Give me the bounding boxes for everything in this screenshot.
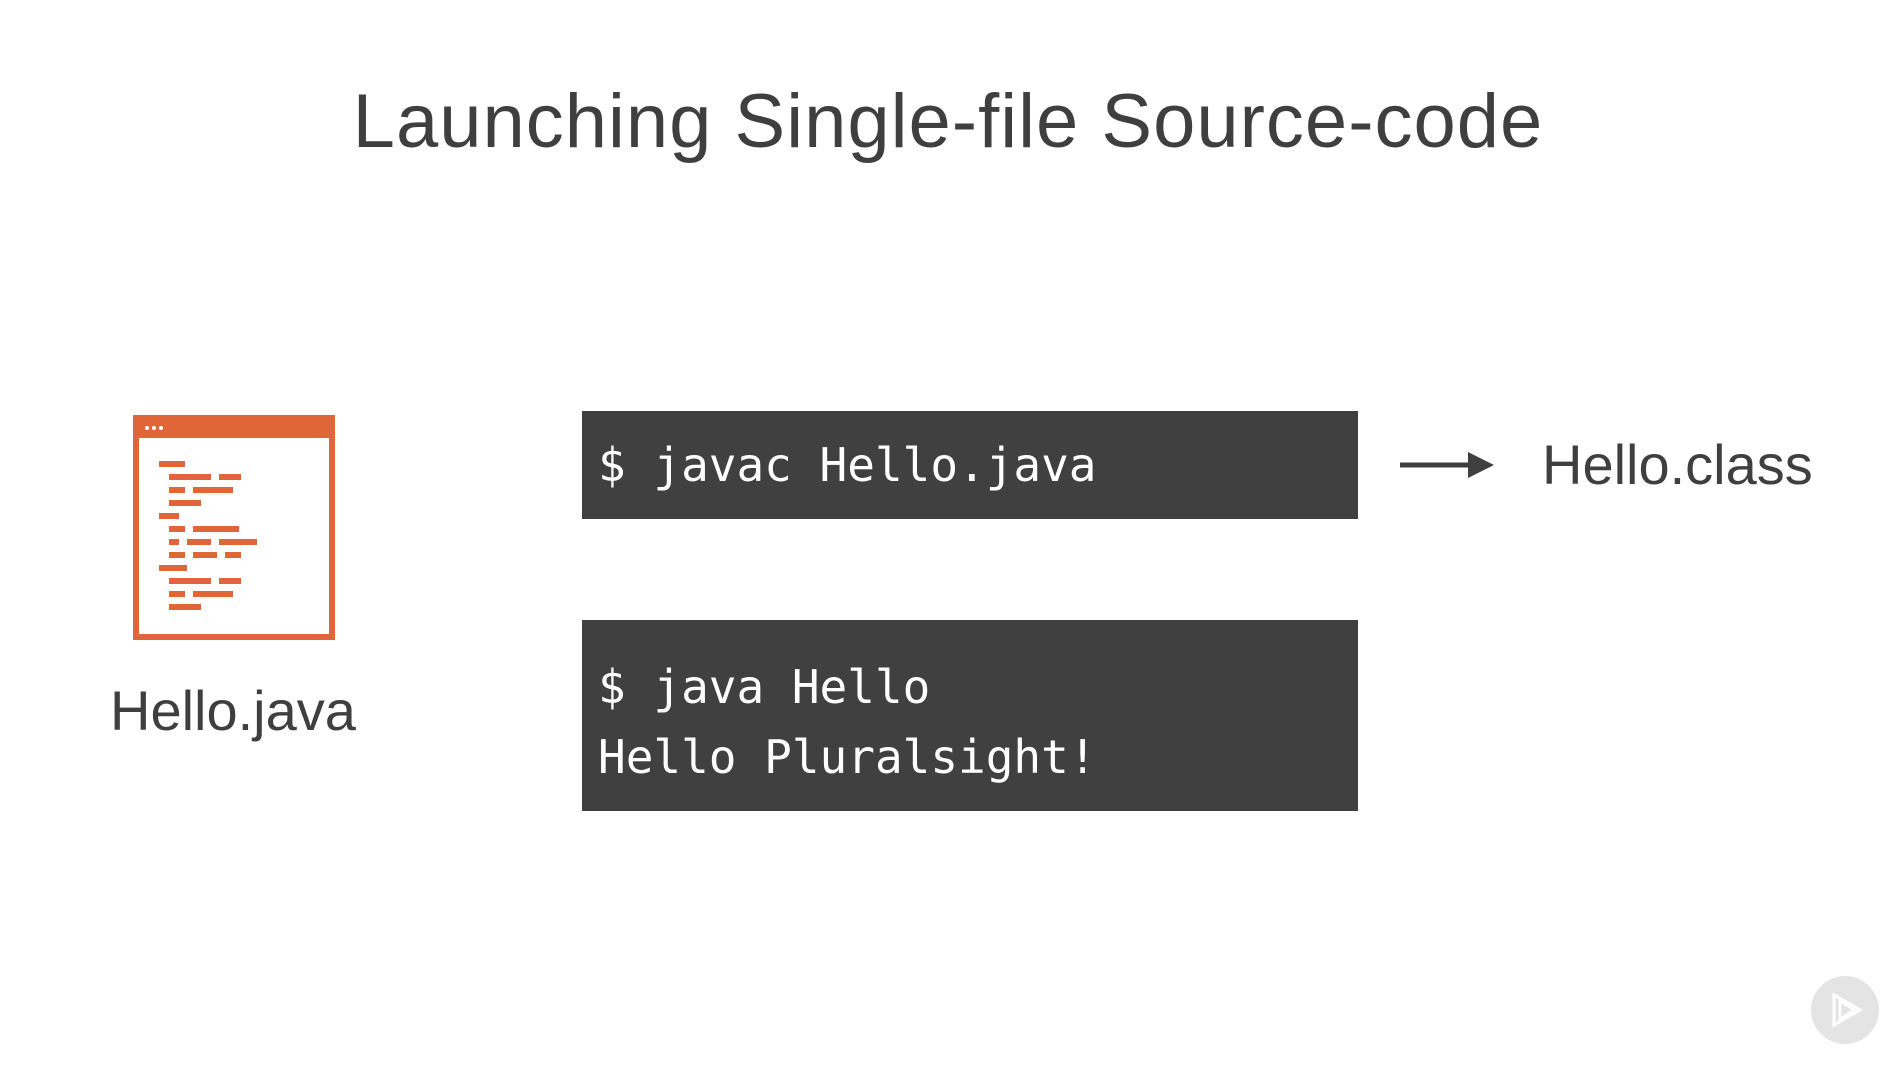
run-output: Hello Pluralsight! (598, 730, 1097, 784)
slide-title: Launching Single-file Source-code (352, 79, 1544, 164)
pluralsight-play-icon (1811, 976, 1879, 1044)
arrow-right-icon (1400, 452, 1494, 478)
run-terminal: $ java Hello Hello Pluralsight! (582, 620, 1358, 811)
compile-terminal: $ javac Hello.java (582, 411, 1358, 519)
output-file-label: Hello.class (1542, 433, 1813, 496)
compile-command: $ javac Hello.java (598, 438, 1097, 492)
source-file-label: Hello.java (110, 679, 356, 742)
run-command: $ java Hello (598, 660, 931, 714)
code-file-icon (133, 415, 335, 640)
